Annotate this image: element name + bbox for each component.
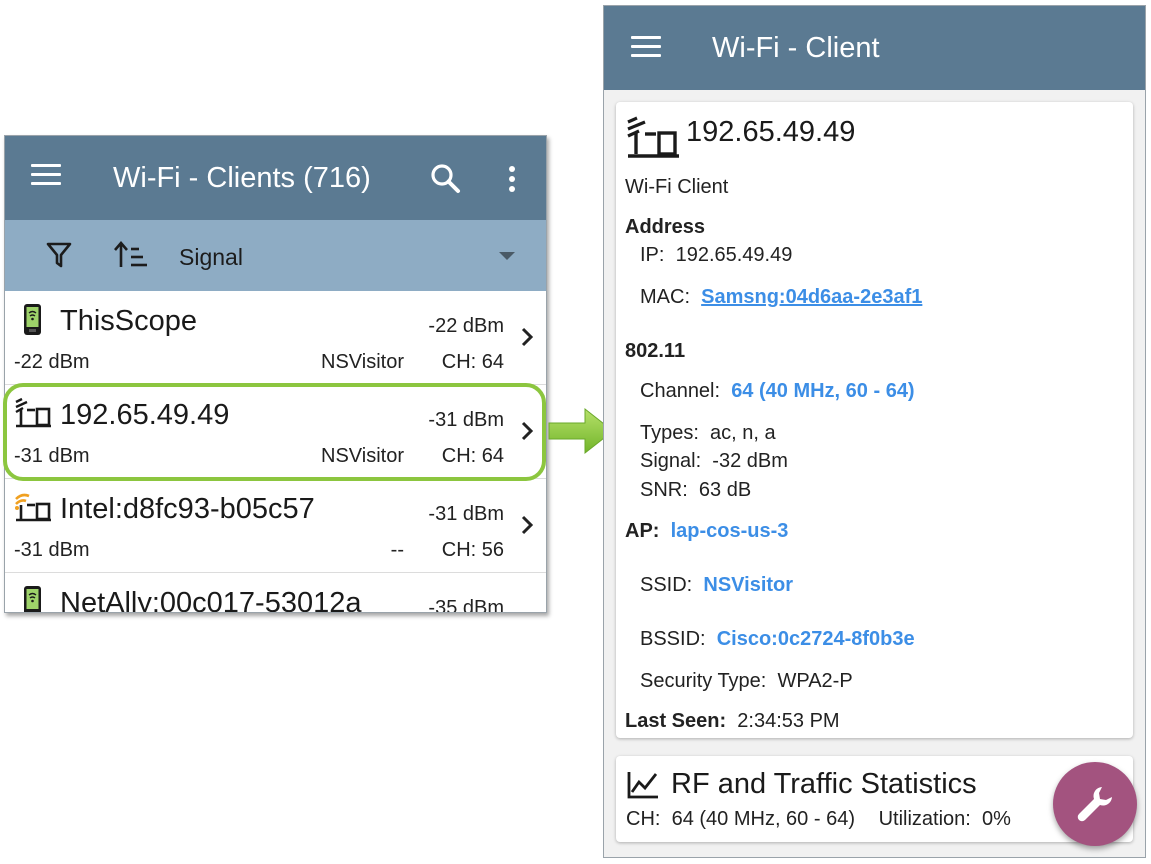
snr-label: SNR: <box>640 479 688 501</box>
more-vert-icon[interactable] <box>499 162 525 196</box>
snr-row: SNR: 63 dB <box>640 479 751 502</box>
last-seen-value: 2:34:53 PM <box>737 710 840 732</box>
security-label: Security Type: <box>640 670 767 692</box>
snr-value: 63 dB <box>698 479 752 501</box>
line-chart-icon <box>626 770 660 800</box>
client-name: 192.65.49.49 <box>686 116 856 148</box>
hamburger-icon[interactable] <box>31 164 61 192</box>
section-80211-heading: 802.11 <box>625 340 686 362</box>
client-row-intel[interactable]: Intel:d8fc93-b05c57 -31 dBm -31 dBm -- C… <box>5 479 546 573</box>
client-signal-secondary: -22 dBm <box>14 351 90 373</box>
last-seen-label: Last Seen: <box>625 710 727 732</box>
clients-list-screen: Wi-Fi - Clients (716) Signal ThisScope -… <box>4 135 547 613</box>
client-detail-card: 192.65.49.49 Wi-Fi Client Address IP: 19… <box>616 102 1133 738</box>
client-name: Intel:d8fc93-b05c57 <box>60 493 315 525</box>
client-channel: CH: 56 <box>441 539 504 561</box>
mac-label: MAC: <box>640 286 690 308</box>
mac-row: MAC: Samsng:04d6aa-2e3af1 <box>640 286 922 309</box>
stage: Wi-Fi - Clients (716) Signal ThisScope -… <box>0 0 1151 864</box>
wrench-icon <box>1077 787 1112 822</box>
client-signal: -35 dBm <box>428 597 504 613</box>
security-value: WPA2-P <box>777 670 853 692</box>
ap-label: AP: <box>625 520 660 542</box>
channel-row: Channel: 64 (40 MHz, 60 - 64) <box>640 380 915 403</box>
ip-row: IP: 192.65.49.49 <box>640 244 792 267</box>
chevron-right-icon[interactable] <box>518 325 536 349</box>
signal-row: Signal: -32 dBm <box>640 450 788 473</box>
client-signal-secondary: -31 dBm <box>14 539 90 561</box>
selected-row-highlight <box>3 383 546 481</box>
ip-value: 192.65.49.49 <box>675 244 793 266</box>
wifi-client-orange-icon <box>13 491 53 525</box>
channel-link[interactable]: 64 (40 MHz, 60 - 64) <box>731 380 914 402</box>
client-signal: -31 dBm <box>428 503 504 525</box>
bssid-row: BSSID: Cisco:0c2724-8f0b3e <box>640 628 915 651</box>
client-name: NetAlly:00c017-53012a <box>60 587 362 613</box>
types-value: ac, n, a <box>710 422 776 444</box>
app-bar: Wi-Fi - Clients (716) <box>5 136 546 220</box>
scope-device-icon <box>13 585 53 612</box>
ssid-row: SSID: NSVisitor <box>640 574 793 597</box>
client-name: ThisScope <box>60 305 198 337</box>
ip-label: IP: <box>640 244 665 266</box>
signal-label: Signal: <box>640 450 702 472</box>
ssid-label: SSID: <box>640 574 693 596</box>
types-row: Types: ac, n, a <box>640 422 776 445</box>
client-detail-screen: Wi-Fi - Client 192.65.49.49 Wi-Fi Client… <box>603 5 1146 858</box>
sort-filter-bar: Signal <box>5 220 546 291</box>
mac-link[interactable]: Samsng:04d6aa-2e3af1 <box>701 286 922 308</box>
client-row-thisscope[interactable]: ThisScope -22 dBm -22 dBm NSVisitor CH: … <box>5 291 546 385</box>
bssid-label: BSSID: <box>640 628 706 650</box>
tools-fab-button[interactable] <box>1053 762 1137 846</box>
sort-by-label[interactable]: Signal <box>179 244 243 271</box>
chevron-right-icon[interactable] <box>518 513 536 537</box>
sort-icon[interactable] <box>113 240 149 270</box>
last-seen-row: Last Seen: 2:34:53 PM <box>625 710 840 733</box>
stats-ch-value: 64 (40 MHz, 60 - 64) <box>671 808 855 830</box>
client-ssid: NSVisitor <box>321 351 404 373</box>
security-row: Security Type: WPA2-P <box>640 670 853 693</box>
page-title: Wi-Fi - Clients (716) <box>113 162 371 194</box>
wifi-client-icon <box>625 116 681 160</box>
filter-icon[interactable] <box>45 240 73 270</box>
address-heading: Address <box>625 216 706 238</box>
page-title: Wi-Fi - Client <box>712 32 880 64</box>
stats-summary: CH: 64 (40 MHz, 60 - 64) Utilization: 0% <box>626 808 1011 831</box>
stats-util-label: Utilization: <box>878 808 971 830</box>
scope-device-icon <box>13 303 53 337</box>
ap-row: AP: lap-cos-us-3 <box>625 520 788 543</box>
ssid-link[interactable]: NSVisitor <box>703 574 793 596</box>
search-icon[interactable] <box>429 162 463 196</box>
stats-util-value: 0% <box>981 808 1011 830</box>
channel-label: Channel: <box>640 380 721 402</box>
stats-title: RF and Traffic Statistics <box>671 768 977 800</box>
dropdown-arrow-icon[interactable] <box>495 246 519 266</box>
client-channel: CH: 64 <box>441 351 504 373</box>
client-type: Wi-Fi Client <box>625 176 729 198</box>
stats-ch-label: CH: <box>626 808 661 830</box>
hamburger-icon[interactable] <box>631 36 661 64</box>
ap-link[interactable]: lap-cos-us-3 <box>671 520 789 542</box>
client-row-netally[interactable]: NetAlly:00c017-53012a -35 dBm <box>5 573 546 613</box>
client-signal: -22 dBm <box>428 315 504 337</box>
client-ssid: -- <box>390 539 404 561</box>
app-bar: Wi-Fi - Client <box>604 6 1145 90</box>
bssid-link[interactable]: Cisco:0c2724-8f0b3e <box>717 628 915 650</box>
types-label: Types: <box>640 422 699 444</box>
signal-value: -32 dBm <box>712 450 788 472</box>
